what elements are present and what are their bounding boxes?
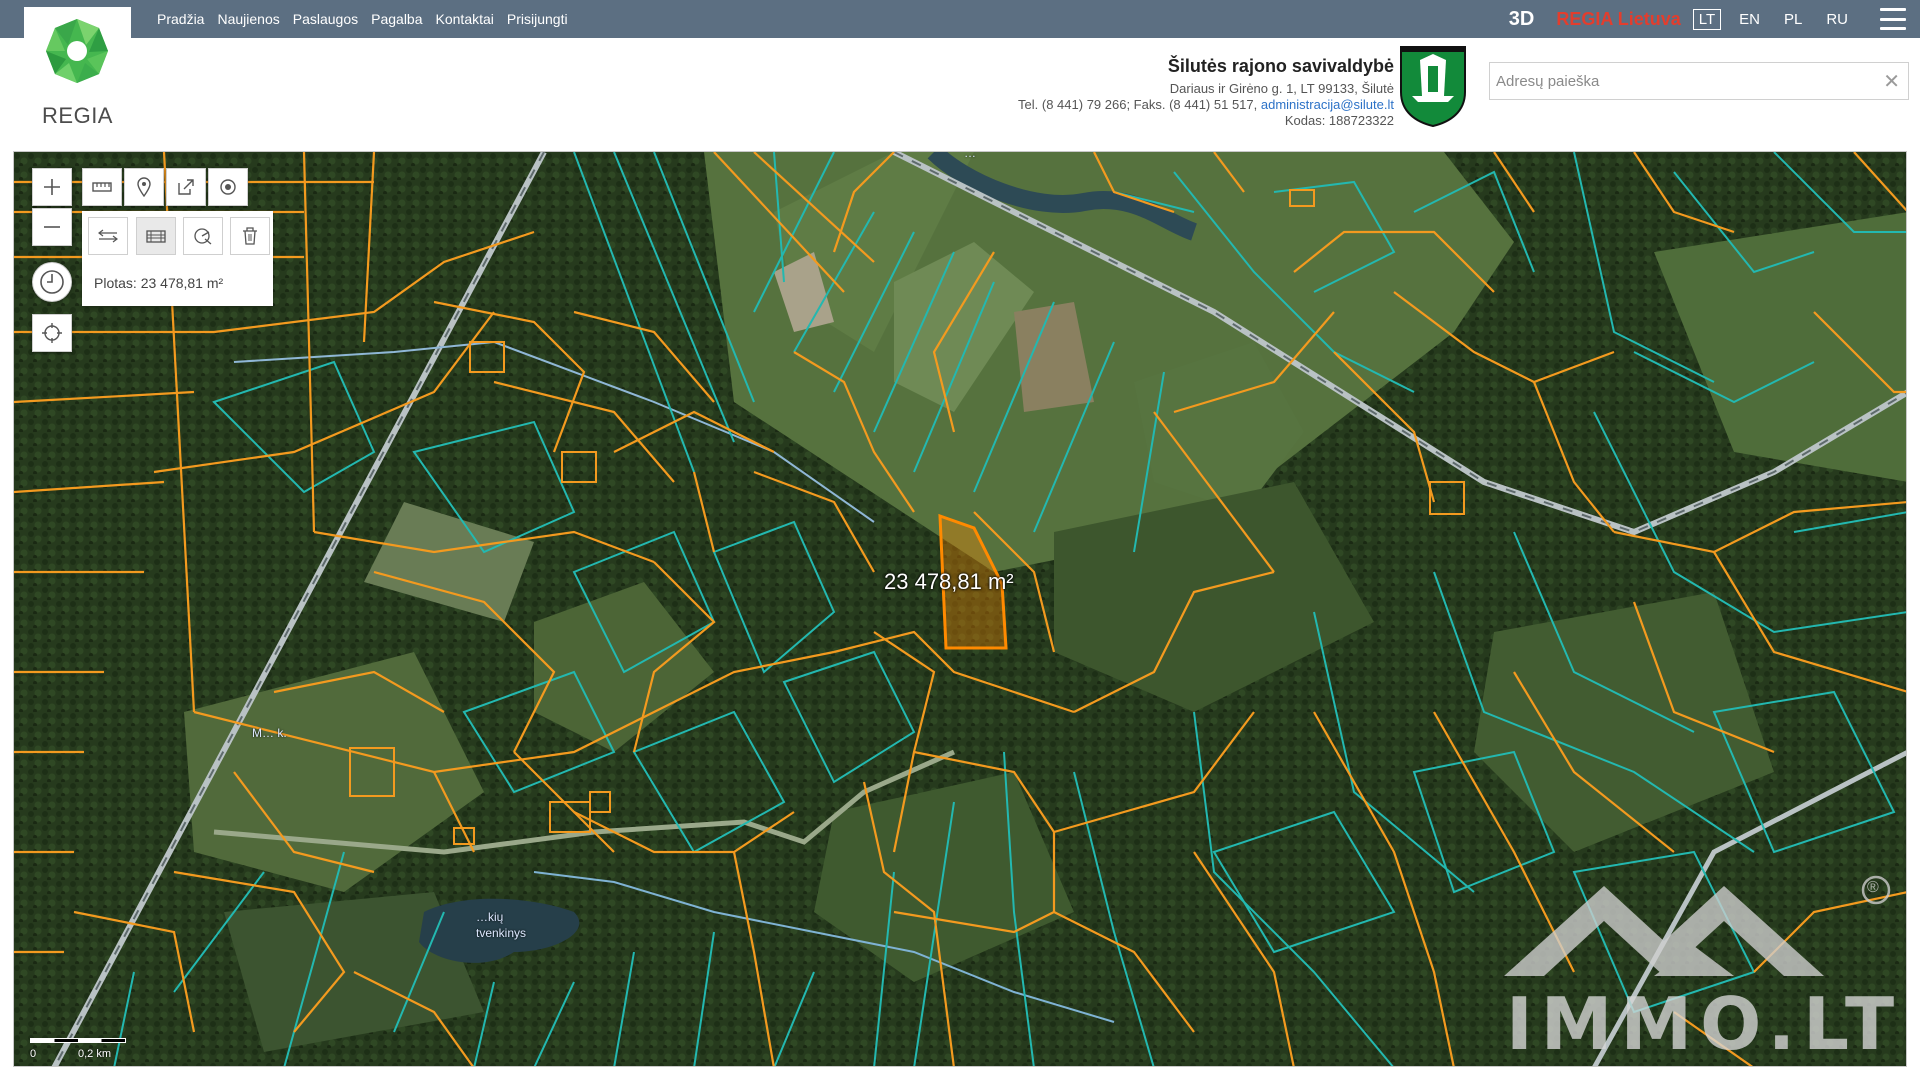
nav-item-prisijungti[interactable]: Prisijungti bbox=[507, 11, 568, 27]
distance-icon bbox=[98, 229, 118, 243]
language-pl[interactable]: PL bbox=[1778, 9, 1808, 30]
address-search: ✕ bbox=[1489, 62, 1909, 100]
nav-item-pagalba[interactable]: Pagalba bbox=[371, 11, 422, 27]
top-navigation-bar: Pradžia Naujienos Paslaugos Pagalba Kont… bbox=[0, 0, 1920, 38]
map-view[interactable]: Plotas: 23 478,81 m² 23 478,81 m² M… k. … bbox=[13, 151, 1907, 1067]
municipality-code: Kodas: 188723322 bbox=[1284, 113, 1394, 128]
hamburger-menu-icon[interactable] bbox=[1880, 8, 1906, 30]
river-label: … bbox=[964, 151, 976, 160]
main-nav: Pradžia Naujienos Paslaugos Pagalba Kont… bbox=[157, 0, 581, 38]
parcel-area-label: 23 478,81 m² bbox=[884, 569, 1014, 594]
measure-tool-button[interactable] bbox=[82, 168, 122, 206]
scale-max-label: 0,2 km bbox=[78, 1048, 112, 1060]
pond-label: …kių bbox=[476, 910, 504, 924]
measure-distance-button[interactable] bbox=[88, 217, 128, 255]
scale-min-label: 0 bbox=[30, 1048, 37, 1060]
coat-of-arms-icon[interactable] bbox=[1398, 44, 1468, 128]
municipality-name: Šilutės rajono savivaldybė bbox=[1167, 56, 1394, 76]
nav-item-paslaugos[interactable]: Paslaugos bbox=[293, 11, 358, 27]
nav-item-naujienos[interactable]: Naujienos bbox=[217, 11, 279, 27]
pond-label-2: tvenkinys bbox=[476, 926, 527, 940]
language-en[interactable]: EN bbox=[1733, 9, 1766, 30]
measure-subtoolbar: Plotas: 23 478,81 m² bbox=[82, 211, 273, 306]
language-ru[interactable]: RU bbox=[1820, 9, 1854, 30]
language-lt[interactable]: LT bbox=[1692, 8, 1722, 30]
measure-radius-button[interactable] bbox=[183, 217, 223, 255]
contacts-phone-fax: Tel. (8 441) 79 266; Faks. (8 441) 51 51… bbox=[1018, 97, 1261, 112]
municipality-address: Dariaus ir Girėno g. 1, LT 99133, Šilutė bbox=[1169, 81, 1394, 96]
plus-icon bbox=[44, 179, 60, 195]
watermark-logo: ® IMMO.LT bbox=[1494, 866, 1899, 1066]
minus-icon bbox=[44, 226, 60, 228]
delete-measure-button[interactable] bbox=[230, 217, 270, 255]
target-icon bbox=[220, 179, 236, 195]
village-label: M… k. bbox=[252, 726, 287, 740]
municipality-contacts: Tel. (8 441) 79 266; Faks. (8 441) 51 51… bbox=[1018, 97, 1394, 113]
registered-mark: ® bbox=[1867, 879, 1879, 896]
radius-icon bbox=[194, 228, 212, 245]
area-icon bbox=[146, 230, 166, 243]
address-search-input[interactable] bbox=[1490, 63, 1860, 99]
zoom-out-button[interactable] bbox=[32, 208, 72, 246]
watermark-text: IMMO.LT bbox=[1506, 982, 1903, 1066]
target-tool-button[interactable] bbox=[208, 168, 248, 206]
trash-icon bbox=[243, 227, 257, 245]
zoom-in-button[interactable] bbox=[32, 168, 72, 206]
marker-tool-button[interactable] bbox=[124, 168, 164, 206]
regia-logo-text: REGIA bbox=[42, 103, 113, 128]
share-icon bbox=[178, 179, 194, 195]
nav-item-kontaktai[interactable]: Kontaktai bbox=[436, 11, 494, 27]
locate-me-button[interactable] bbox=[32, 314, 72, 352]
map-pin-icon bbox=[137, 177, 151, 197]
history-button[interactable] bbox=[32, 262, 72, 302]
close-icon[interactable]: ✕ bbox=[1883, 69, 1900, 93]
crosshair-icon bbox=[42, 323, 62, 343]
nav-item-pradzia[interactable]: Pradžia bbox=[157, 11, 204, 27]
ruler-icon bbox=[92, 182, 112, 192]
watermark-house-icon bbox=[1504, 875, 1891, 976]
email-link[interactable]: administracija@silute.lt bbox=[1261, 97, 1394, 112]
measure-area-button[interactable] bbox=[136, 217, 176, 255]
share-tool-button[interactable] bbox=[166, 168, 206, 206]
scale-bar: 0 0,2 km bbox=[30, 1028, 130, 1062]
clock-icon bbox=[40, 270, 64, 294]
regia-logo[interactable]: REGIA bbox=[24, 7, 131, 131]
regia-lietuva-link[interactable]: REGIA Lietuva bbox=[1556, 9, 1680, 30]
municipality-info: Šilutės rajono savivaldybė Dariaus ir Gi… bbox=[1018, 56, 1394, 129]
top-right-controls: 3D REGIA Lietuva LT EN PL RU bbox=[1509, 0, 1920, 38]
regia-logo-icon bbox=[46, 19, 108, 83]
3d-button[interactable]: 3D bbox=[1509, 8, 1535, 31]
measured-area-text: Plotas: 23 478,81 m² bbox=[94, 275, 224, 291]
scale-bar-graphic bbox=[30, 1038, 126, 1043]
